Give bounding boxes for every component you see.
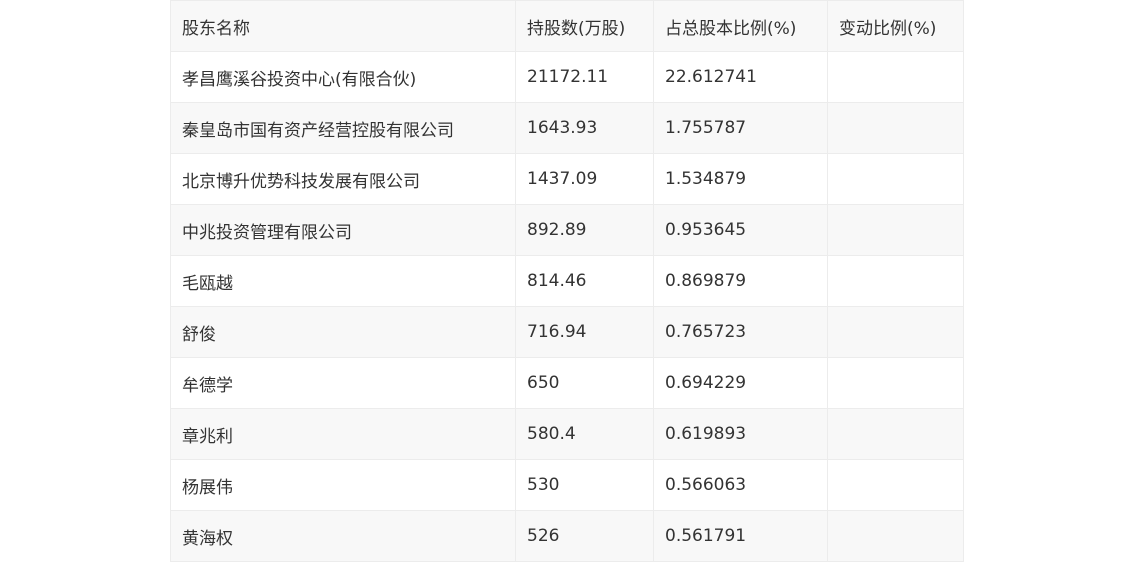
cell-shares: 1643.93 bbox=[515, 102, 654, 154]
cell-shareholder-name: 黄海权 bbox=[170, 510, 516, 562]
cell-change bbox=[827, 357, 964, 409]
cell-shares: 530 bbox=[515, 459, 654, 511]
cell-ratio: 0.694229 bbox=[653, 357, 828, 409]
cell-change bbox=[827, 153, 964, 205]
cell-change bbox=[827, 102, 964, 154]
header-shareholder-name: 股东名称 bbox=[170, 0, 516, 52]
cell-change bbox=[827, 459, 964, 511]
table-row: 孝昌鹰溪谷投资中心(有限合伙) 21172.11 22.612741 bbox=[170, 51, 964, 103]
cell-change bbox=[827, 204, 964, 256]
cell-change bbox=[827, 306, 964, 358]
shareholder-table: 股东名称 持股数(万股) 占总股本比例(%) 变动比例(%) 孝昌鹰溪谷投资中心… bbox=[170, 0, 964, 562]
cell-shares: 716.94 bbox=[515, 306, 654, 358]
cell-shareholder-name: 杨展伟 bbox=[170, 459, 516, 511]
table-row: 黄海权 526 0.561791 bbox=[170, 510, 964, 562]
table-body: 孝昌鹰溪谷投资中心(有限合伙) 21172.11 22.612741 秦皇岛市国… bbox=[170, 51, 964, 562]
cell-ratio: 0.869879 bbox=[653, 255, 828, 307]
table-row: 杨展伟 530 0.566063 bbox=[170, 459, 964, 511]
cell-ratio: 0.619893 bbox=[653, 408, 828, 460]
cell-ratio: 22.612741 bbox=[653, 51, 828, 103]
cell-change bbox=[827, 408, 964, 460]
cell-shareholder-name: 中兆投资管理有限公司 bbox=[170, 204, 516, 256]
cell-shareholder-name: 北京博升优势科技发展有限公司 bbox=[170, 153, 516, 205]
table-row: 舒俊 716.94 0.765723 bbox=[170, 306, 964, 358]
cell-shareholder-name: 牟德学 bbox=[170, 357, 516, 409]
cell-shareholder-name: 章兆利 bbox=[170, 408, 516, 460]
table-row: 牟德学 650 0.694229 bbox=[170, 357, 964, 409]
cell-shares: 814.46 bbox=[515, 255, 654, 307]
cell-change bbox=[827, 51, 964, 103]
cell-shares: 21172.11 bbox=[515, 51, 654, 103]
cell-ratio: 0.561791 bbox=[653, 510, 828, 562]
cell-shareholder-name: 孝昌鹰溪谷投资中心(有限合伙) bbox=[170, 51, 516, 103]
table-row: 毛瓯越 814.46 0.869879 bbox=[170, 255, 964, 307]
cell-shares: 650 bbox=[515, 357, 654, 409]
cell-ratio: 0.765723 bbox=[653, 306, 828, 358]
table-header: 股东名称 持股数(万股) 占总股本比例(%) 变动比例(%) bbox=[170, 0, 964, 52]
cell-change bbox=[827, 255, 964, 307]
header-ratio: 占总股本比例(%) bbox=[653, 0, 828, 52]
cell-shareholder-name: 秦皇岛市国有资产经营控股有限公司 bbox=[170, 102, 516, 154]
cell-ratio: 1.755787 bbox=[653, 102, 828, 154]
shareholder-table-container: 股东名称 持股数(万股) 占总股本比例(%) 变动比例(%) 孝昌鹰溪谷投资中心… bbox=[170, 0, 964, 562]
cell-shareholder-name: 舒俊 bbox=[170, 306, 516, 358]
header-shares: 持股数(万股) bbox=[515, 0, 654, 52]
table-row: 秦皇岛市国有资产经营控股有限公司 1643.93 1.755787 bbox=[170, 102, 964, 154]
cell-ratio: 0.566063 bbox=[653, 459, 828, 511]
table-row: 北京博升优势科技发展有限公司 1437.09 1.534879 bbox=[170, 153, 964, 205]
cell-shares: 526 bbox=[515, 510, 654, 562]
cell-shareholder-name: 毛瓯越 bbox=[170, 255, 516, 307]
cell-ratio: 1.534879 bbox=[653, 153, 828, 205]
cell-shares: 1437.09 bbox=[515, 153, 654, 205]
table-row: 中兆投资管理有限公司 892.89 0.953645 bbox=[170, 204, 964, 256]
cell-change bbox=[827, 510, 964, 562]
header-row: 股东名称 持股数(万股) 占总股本比例(%) 变动比例(%) bbox=[170, 0, 964, 52]
cell-shares: 580.4 bbox=[515, 408, 654, 460]
table-row: 章兆利 580.4 0.619893 bbox=[170, 408, 964, 460]
cell-shares: 892.89 bbox=[515, 204, 654, 256]
cell-ratio: 0.953645 bbox=[653, 204, 828, 256]
header-change: 变动比例(%) bbox=[827, 0, 964, 52]
